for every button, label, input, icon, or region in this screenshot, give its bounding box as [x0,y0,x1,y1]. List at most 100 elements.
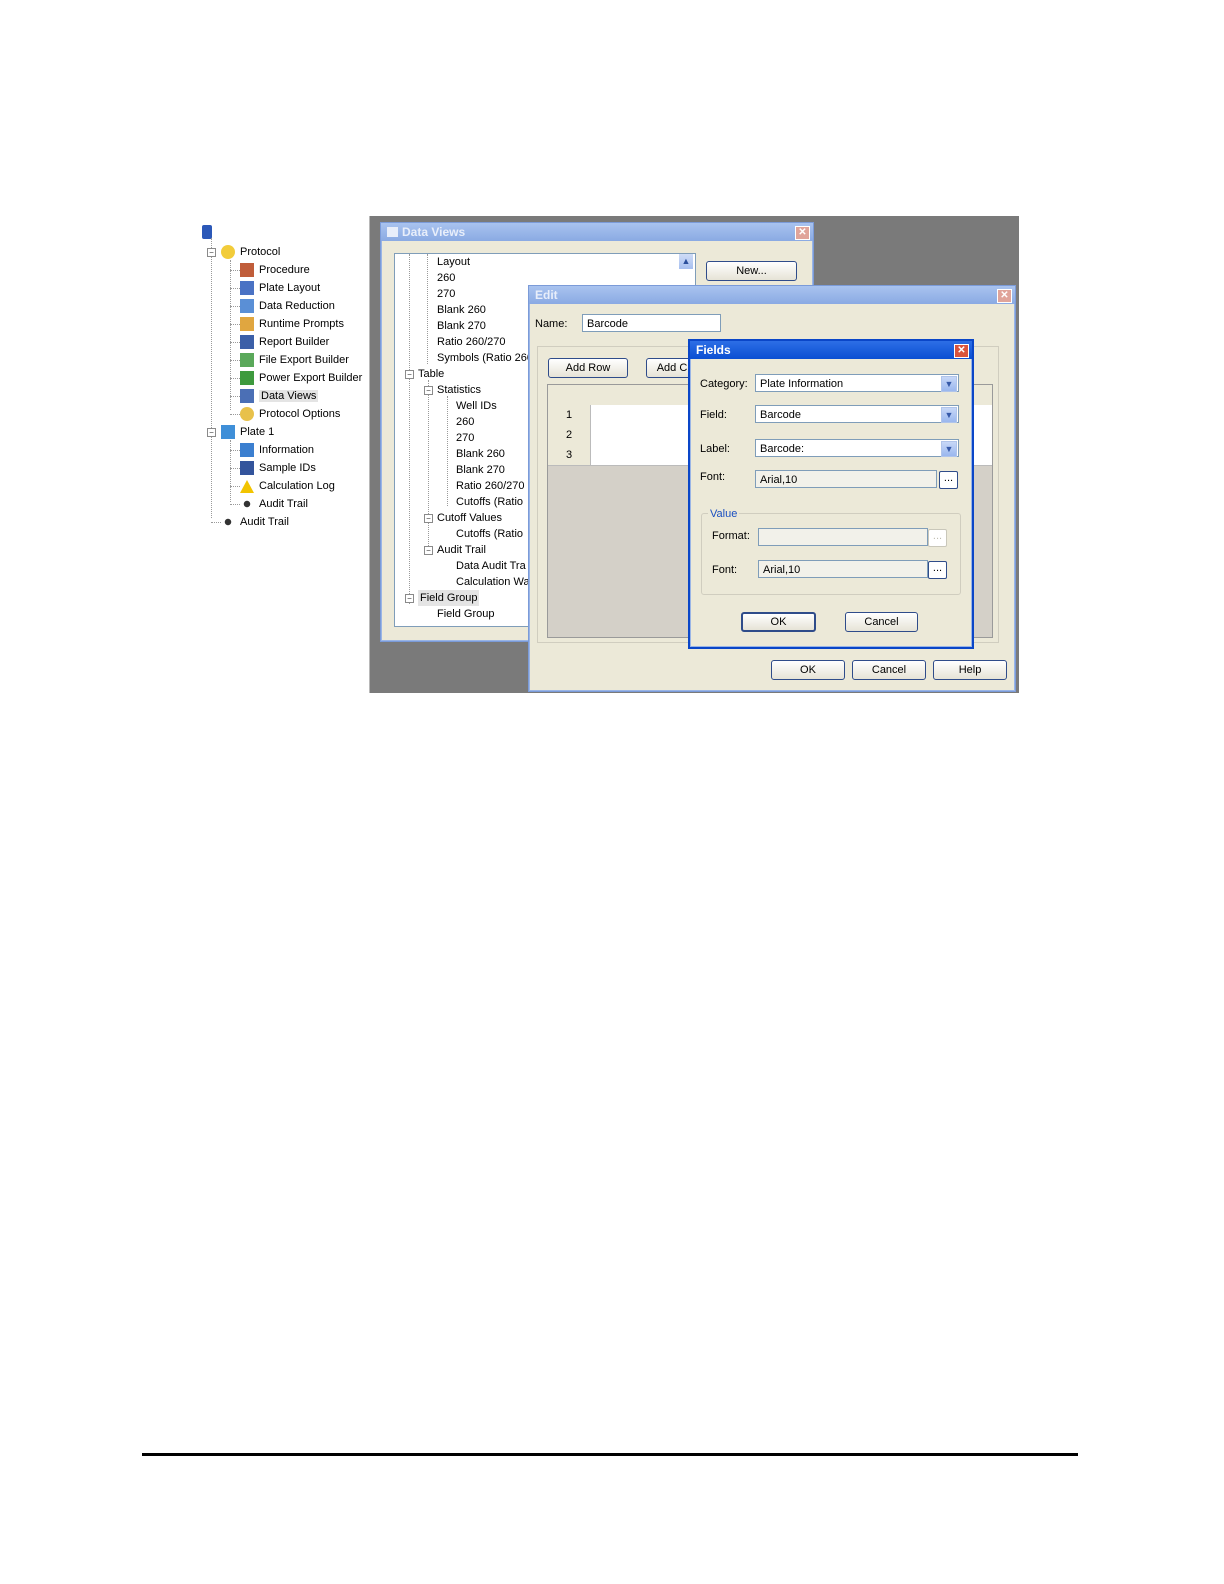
tree-item-calculation-log[interactable]: Calculation Log [240,478,335,494]
tree-item-data-views[interactable]: Data Views [240,388,319,404]
tree-item[interactable]: Cutoffs (Ratio [456,526,523,542]
tree-item-runtime-prompts[interactable]: Runtime Prompts [240,316,344,332]
tree-label: Sample IDs [259,462,316,474]
tree-item[interactable]: Layout [437,254,470,270]
data-views-titlebar: Data Views ✕ [381,223,813,241]
tree-item[interactable]: Blank 270 [456,462,505,478]
value-font-label: Font: [712,564,738,576]
data-views-icon [240,389,254,404]
fieldgroup-collapse-toggle[interactable]: − [405,594,414,603]
add-row-button[interactable]: Add Row [548,358,628,378]
audit-trail-icon [221,515,235,530]
tree-item-table[interactable]: Table [418,366,444,382]
tree-item[interactable]: 260 [456,414,474,430]
chevron-down-icon[interactable]: ▼ [941,376,957,392]
plate-layout-icon [240,281,254,296]
ok-button[interactable]: OK [771,660,845,680]
tree-label: File Export Builder [259,354,349,366]
tree-label: Procedure [259,264,310,276]
edit-title: Edit [535,288,558,302]
tree-item[interactable]: Well IDs [456,398,497,414]
fields-title: Fields [696,343,731,357]
font-browse-button[interactable]: ... [939,471,958,489]
chevron-down-icon[interactable]: ▼ [941,441,957,457]
page-rule [142,1453,1078,1456]
tree-item[interactable]: Data Audit Tra [456,558,526,574]
statistics-collapse-toggle[interactable]: − [424,386,433,395]
tree-label: Calculation Log [259,480,335,492]
cancel-button[interactable]: Cancel [852,660,926,680]
tree-item-protocol[interactable]: Protocol [221,244,280,260]
field-select[interactable]: Barcode ▼ [755,405,959,423]
font-label: Font: [700,471,726,483]
tree-label: Runtime Prompts [259,318,344,330]
fields-titlebar: Fields ✕ [690,341,972,359]
tree-item-plate-audit-trail[interactable]: Audit Trail [240,496,308,512]
category-label: Category: [700,378,748,390]
tree-label: Report Builder [259,336,330,348]
tree-item-sample-ids[interactable]: Sample IDs [240,460,316,476]
protocol-options-icon [240,407,254,422]
chevron-down-icon[interactable]: ▼ [941,407,957,423]
tree-item[interactable]: 260 [437,270,455,286]
tree-item-plate[interactable]: Plate 1 [221,424,274,440]
label-label: Label: [700,443,730,455]
tree-item-data-reduction[interactable]: Data Reduction [240,298,335,314]
field-value: Barcode [760,409,801,421]
tree-item[interactable]: 270 [456,430,474,446]
category-select[interactable]: Plate Information ▼ [755,374,959,392]
audit-collapse-toggle[interactable]: − [424,546,433,555]
tree-item[interactable]: Calculation Wa [456,574,530,590]
tree-item-audit-trail[interactable]: Audit Trail [437,542,486,558]
tree-label: Power Export Builder [259,372,363,384]
tree-item-plate-layout[interactable]: Plate Layout [240,280,320,296]
tree-item-procedure[interactable]: Procedure [240,262,310,278]
value-groupbox [701,513,961,595]
tree-item[interactable]: Blank 260 [437,302,486,318]
screenshot-area: − Protocol Procedure Plate Layout Data R… [197,216,1019,693]
tree-item[interactable]: Blank 270 [437,318,486,334]
label-value: Barcode: [760,443,805,455]
help-button[interactable]: Help [933,660,1007,680]
tree-item-audit-trail[interactable]: Audit Trail [221,514,289,530]
fields-ok-button[interactable]: OK [741,612,816,632]
cutoff-collapse-toggle[interactable]: − [424,514,433,523]
tree-item-file-export-builder[interactable]: File Export Builder [240,352,349,368]
tree-item[interactable]: Field Group [437,606,494,622]
tree-item[interactable]: Cutoffs (Ratio [456,494,523,510]
tree-item[interactable]: Symbols (Ratio 260 [437,350,533,366]
sample-ids-icon [240,461,254,476]
data-views-title: Data Views [402,225,466,239]
close-icon[interactable]: ✕ [954,344,969,358]
value-group-label: Value [708,507,740,521]
tree-label: Plate 1 [240,426,275,438]
fields-cancel-button[interactable]: Cancel [845,612,918,632]
tree-label: Audit Trail [259,498,308,510]
protocol-collapse-toggle[interactable]: − [207,248,216,257]
value-font-browse-button[interactable]: ... [928,561,947,579]
tree-item[interactable]: Ratio 260/270 [437,334,506,350]
tree-label: Information [259,444,315,456]
plate-collapse-toggle[interactable]: − [207,428,216,437]
name-input[interactable]: Barcode [582,314,721,332]
new-button[interactable]: New... [706,261,797,281]
close-icon[interactable]: ✕ [997,289,1012,303]
category-value: Plate Information [760,378,844,390]
tree-item[interactable]: Ratio 260/270 [456,478,525,494]
tree-item-statistics[interactable]: Statistics [437,382,481,398]
tree-item-report-builder[interactable]: Report Builder [240,334,329,350]
runtime-prompts-icon [240,317,254,332]
table-collapse-toggle[interactable]: − [405,370,414,379]
tree-item-information[interactable]: Information [240,442,314,458]
tree-item[interactable]: Blank 260 [456,446,505,462]
tree-item-power-export-builder[interactable]: Power Export Builder [240,370,362,386]
tree-item[interactable]: 270 [437,286,455,302]
close-icon[interactable]: ✕ [795,226,810,240]
tree-item-protocol-options[interactable]: Protocol Options [240,406,340,422]
label-select[interactable]: Barcode: ▼ [755,439,959,457]
procedure-icon [240,263,254,278]
protocol-tree-panel: − Protocol Procedure Plate Layout Data R… [197,216,370,693]
tree-item-field-group[interactable]: Field Group [418,590,480,606]
tree-item-cutoff-values[interactable]: Cutoff Values [437,510,502,526]
scroll-up-button[interactable]: ▲ [679,254,693,269]
